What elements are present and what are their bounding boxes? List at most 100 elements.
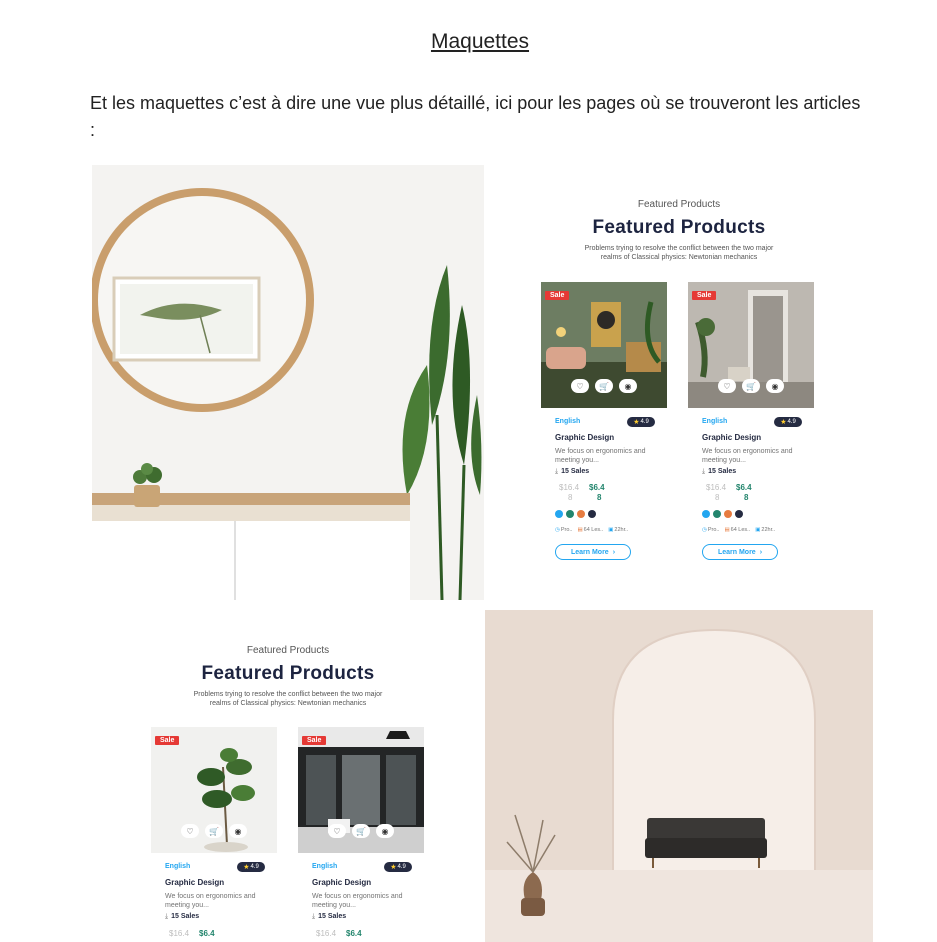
- featured-products-panel: Featured Products Featured Products Prob…: [92, 610, 484, 942]
- color-swatch[interactable]: [588, 510, 596, 518]
- clock-icon: ◷: [702, 527, 707, 533]
- calendar-icon: ▣: [608, 527, 614, 533]
- document-title: Maquettes: [430, 30, 530, 53]
- cart-icon[interactable]: 🛒: [352, 824, 370, 838]
- color-swatch[interactable]: [713, 510, 721, 518]
- color-swatch[interactable]: [577, 510, 585, 518]
- heart-icon[interactable]: ♡: [571, 379, 589, 393]
- product-name[interactable]: Graphic Design: [555, 433, 614, 442]
- chart-icon: ▤: [724, 527, 730, 533]
- product-card[interactable]: Sale ♡ 🛒 ◉ English ★ 4.9 Graphic Design W…: [298, 727, 424, 942]
- color-swatches[interactable]: [702, 510, 743, 518]
- product-card[interactable]: Sale ♡ 🛒 ◉ English ★ 4.9 Graphic Design W…: [688, 282, 814, 572]
- cart-icon[interactable]: 🛒: [595, 379, 613, 393]
- old-price: $16.4: [316, 929, 337, 938]
- download-icon: ⤓: [312, 913, 316, 920]
- featured-products-panel: Featured Products Featured Products Prob…: [484, 165, 874, 600]
- color-swatch[interactable]: [702, 510, 710, 518]
- old-price: $16.4: [169, 929, 190, 938]
- section-description: Problems trying to resolve the conflict …: [584, 245, 774, 261]
- product-name[interactable]: Graphic Design: [702, 433, 761, 442]
- product-image[interactable]: Sale ♡ 🛒 ◉: [541, 282, 667, 408]
- intro-paragraph: Et les maquettes c’est à dire une vue pl…: [90, 93, 861, 140]
- new-price: $6.4: [589, 483, 605, 492]
- old-price: $16.4: [559, 483, 580, 492]
- star-icon: ★: [243, 864, 250, 871]
- new-price: $6.4: [346, 929, 362, 938]
- card-actions: ♡ 🛒 ◉: [541, 379, 667, 393]
- new-price-suffix: 8: [597, 493, 602, 502]
- sale-badge: Sale: [545, 291, 570, 300]
- category-label[interactable]: English: [555, 418, 580, 425]
- sale-badge: Sale: [692, 291, 717, 300]
- old-price: $16.4: [706, 483, 727, 492]
- section-eyebrow: Featured Products: [637, 199, 721, 210]
- rating-badge: ★ 4.9: [774, 417, 802, 427]
- product-card[interactable]: Sale ♡ 🛒 ◉ English ★ 4.9 Graphic Design W…: [541, 282, 667, 572]
- old-price-suffix: 8: [568, 493, 573, 502]
- learn-more-button[interactable]: Learn More ›: [702, 544, 778, 560]
- chevron-right-icon: ›: [612, 548, 616, 556]
- color-swatch[interactable]: [555, 510, 563, 518]
- sales-count: ⤓ 15 Sales: [702, 468, 737, 475]
- product-text: We focus on ergonomics and meeting you..…: [312, 893, 403, 909]
- section-heading: Featured Products: [201, 663, 375, 684]
- product-image[interactable]: Sale ♡ 🛒 ◉: [688, 282, 814, 408]
- card-meta: ◷Pro.. ▤64 Les.. ▣22hr..: [702, 527, 776, 533]
- sales-count: ⤓ 15 Sales: [312, 913, 347, 920]
- category-label[interactable]: English: [312, 863, 337, 870]
- heart-icon[interactable]: ♡: [181, 824, 199, 838]
- rating-badge: ★ 4.9: [384, 862, 412, 872]
- arch-photo: [485, 610, 873, 942]
- color-swatch[interactable]: [566, 510, 574, 518]
- card-actions: ♡ 🛒 ◉: [688, 379, 814, 393]
- card-meta: ◷Pro.. ▤64 Les.. ▣22hr..: [555, 527, 629, 533]
- eye-icon[interactable]: ◉: [229, 824, 247, 838]
- product-name[interactable]: Graphic Design: [165, 878, 224, 887]
- new-price-suffix: 8: [744, 493, 749, 502]
- heart-icon[interactable]: ♡: [328, 824, 346, 838]
- sale-badge: Sale: [302, 736, 327, 745]
- clock-icon: ◷: [555, 527, 560, 533]
- rating-value: 4.9: [640, 419, 649, 425]
- category-label[interactable]: English: [165, 863, 190, 870]
- card-actions: ♡ 🛒 ◉: [151, 824, 277, 838]
- category-label[interactable]: English: [702, 418, 727, 425]
- product-text: We focus on ergonomics and meeting you..…: [555, 448, 646, 464]
- download-icon: ⤓: [702, 468, 706, 475]
- rating-badge: ★ 4.9: [237, 862, 265, 872]
- learn-more-button[interactable]: Learn More ›: [555, 544, 631, 560]
- section-eyebrow: Featured Products: [246, 645, 330, 656]
- color-swatch[interactable]: [735, 510, 743, 518]
- star-icon: ★: [390, 864, 397, 871]
- download-icon: ⤓: [555, 468, 559, 475]
- product-name[interactable]: Graphic Design: [312, 878, 371, 887]
- chart-icon: ▤: [577, 527, 583, 533]
- calendar-icon: ▣: [755, 527, 761, 533]
- cart-icon[interactable]: 🛒: [205, 824, 223, 838]
- color-swatch[interactable]: [724, 510, 732, 518]
- new-price: $6.4: [199, 929, 215, 938]
- heart-icon[interactable]: ♡: [718, 379, 736, 393]
- sale-badge: Sale: [155, 736, 180, 745]
- product-card[interactable]: Sale ♡ 🛒 ◉ English ★ 4.9 Graphic Design W…: [151, 727, 277, 942]
- product-text: We focus on ergonomics and meeting you..…: [165, 893, 256, 909]
- product-text: We focus on ergonomics and meeting you..…: [702, 448, 793, 464]
- sales-count: ⤓ 15 Sales: [555, 468, 590, 475]
- product-image[interactable]: Sale ♡ 🛒 ◉: [151, 727, 277, 853]
- section-heading: Featured Products: [592, 217, 766, 238]
- old-price-suffix: 8: [715, 493, 720, 502]
- cart-icon[interactable]: 🛒: [742, 379, 760, 393]
- star-icon: ★: [780, 419, 787, 426]
- color-swatches[interactable]: [555, 510, 596, 518]
- eye-icon[interactable]: ◉: [619, 379, 637, 393]
- download-icon: ⤓: [165, 913, 169, 920]
- section-description: Problems trying to resolve the conflict …: [193, 691, 383, 707]
- card-actions: ♡ 🛒 ◉: [298, 824, 424, 838]
- sales-count: ⤓ 15 Sales: [165, 913, 200, 920]
- rating-badge: ★ 4.9: [627, 417, 655, 427]
- eye-icon[interactable]: ◉: [376, 824, 394, 838]
- product-image[interactable]: Sale ♡ 🛒 ◉: [298, 727, 424, 853]
- eye-icon[interactable]: ◉: [766, 379, 784, 393]
- chevron-right-icon: ›: [759, 548, 763, 556]
